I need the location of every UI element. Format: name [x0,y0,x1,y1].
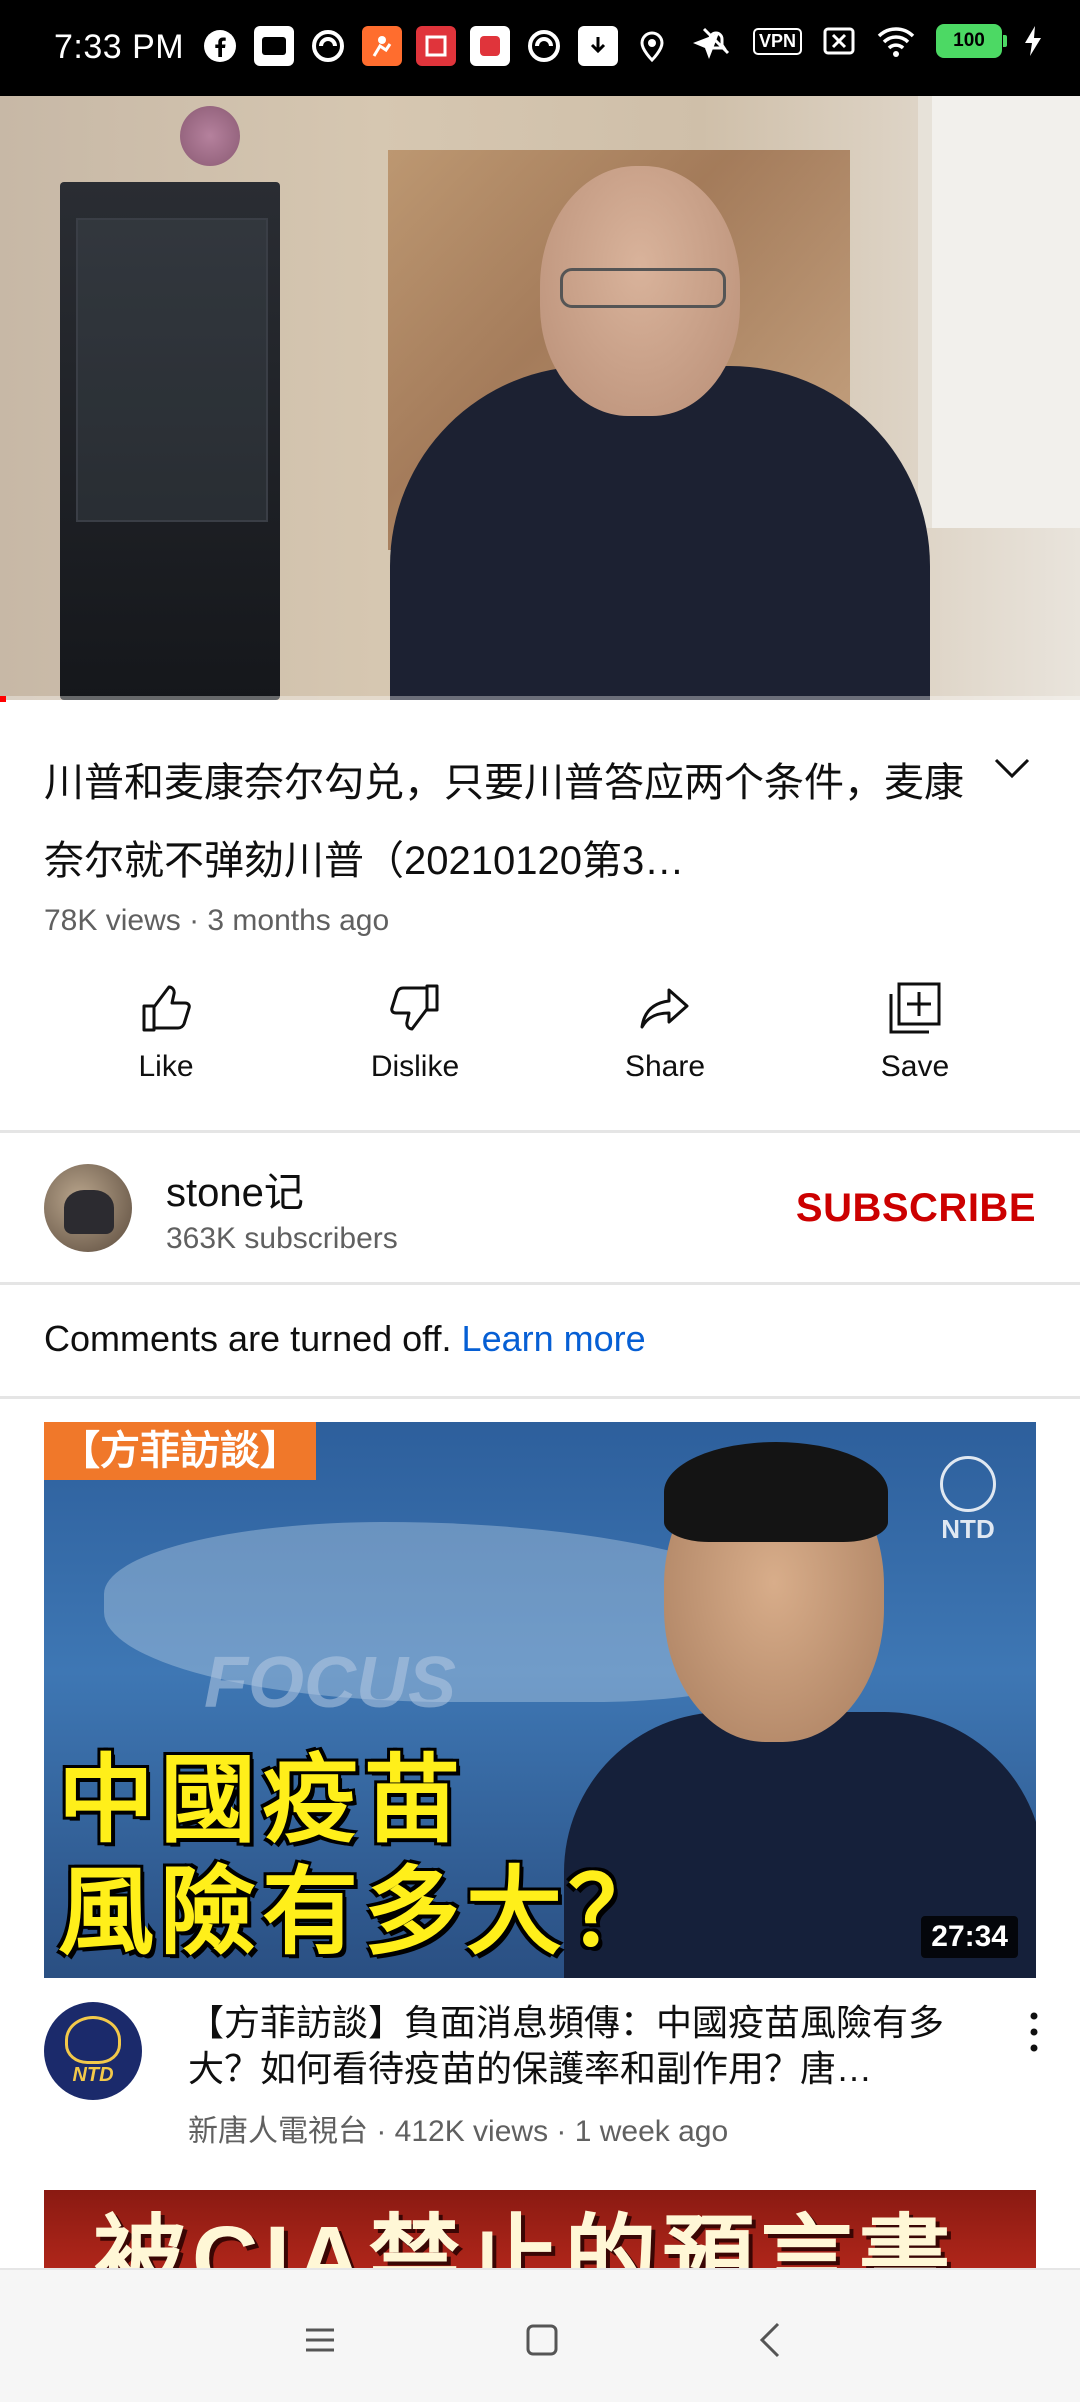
save-label: Save [880,1050,950,1083]
ntd-logo-icon [65,2015,121,2064]
channel-subscribers: 363K subscribers [166,1222,398,1255]
presenter-glasses [560,268,726,308]
recommended-video-meta: 新唐人電視台 · 412K views · 1 week ago [188,2115,729,2148]
recommended-thumbnail-2[interactable]: 被CIA禁止的預言書 [44,2190,1036,2270]
more-options-icon[interactable] [1024,2010,1044,2054]
thumbnail2-caption: 被CIA禁止的預言書 [94,2208,957,2270]
status-bar: 7:33 PM VPN 100 [0,0,1080,96]
back-chevron-icon [759,2322,780,2358]
news-app-icon [416,26,456,66]
ntd-logo-text: NTD [941,1514,995,1544]
chevron-down-icon[interactable] [990,754,1034,784]
video-meta: 78K views · 3 months ago [44,904,390,937]
notification-icons [200,26,726,66]
like-label: Like [138,1050,194,1083]
location-icon [632,26,672,66]
comments-off-text: Comments are turned off. [44,1318,452,1359]
thumbnail-tag: 【方菲訪談】 [44,1422,316,1480]
share-icon [640,988,689,1029]
dislike-button[interactable]: Dislike [315,980,515,1084]
delivery-app-icon [362,26,402,66]
share-button[interactable]: Share [565,980,765,1084]
divider [0,1282,1080,1285]
channel-avatar[interactable] [44,1164,132,1252]
thumbs-up-icon [142,985,191,1032]
subscribe-button[interactable]: SUBSCRIBE [796,1186,1036,1231]
facebook-icon [200,26,240,66]
video-title-block[interactable]: 川普和麦康奈尔勾兑，只要川普答应两个条件，麦康奈尔就不弹劾川普（20210120… [44,744,984,900]
progress-fill [0,696,6,702]
video-player[interactable] [0,96,1080,700]
thumbnail-presenter-hair [664,1442,888,1542]
progress-track[interactable] [0,696,1080,702]
ntd-logo-icon [940,1456,996,1512]
home-button[interactable] [512,2310,572,2370]
thumbnail-ntd-logo: NTD [940,1456,996,1545]
add-to-playlist-icon [889,982,941,1034]
divider [0,1396,1080,1399]
presenter-body [390,366,930,700]
background-window [918,96,1080,528]
video-duration: 27:34 [921,1916,1018,1958]
learn-more-link[interactable]: Learn more [462,1318,646,1359]
recent-apps-button[interactable] [290,2310,350,2370]
action-row: Like Dislike Share Save [0,980,1080,1100]
thumbnail-caption-line2: 風險有多大？ [58,1859,670,1966]
ntd-avatar-label: NTD [72,2063,114,2086]
charging-icon [1025,26,1041,56]
like-button[interactable]: Like [66,980,266,1084]
circle-app-icon-2 [524,26,564,66]
system-indicators: VPN 100 [699,24,1044,58]
no-sim-icon [823,27,855,55]
circle-app-icon [308,26,348,66]
thumbnail-focus-text: FOCUS [204,1643,456,1723]
battery-indicator: 100 [936,24,1007,58]
recommended-video-title[interactable]: 【方菲訪談】負面消息頻傳：中國疫苗風險有多大？如何看待疫苗的保護率和副作用？唐… [188,2000,988,2092]
red-app-icon [470,26,510,66]
wifi-icon [877,27,915,57]
menu-icon [306,2328,334,2352]
webtoon-icon [254,26,294,66]
comments-off-notice: Comments are turned off. Learn more [44,1318,646,1360]
save-button[interactable]: Save [815,980,1015,1084]
bell-off-icon [702,27,730,55]
channel-name[interactable]: stone记 [166,1160,304,1218]
thumbs-down-icon [390,984,439,1031]
video-title: 川普和麦康奈尔勾兑，只要川普答应两个条件，麦康奈尔就不弹劾川普（20210120… [44,761,964,883]
dislike-label: Dislike [370,1050,460,1083]
divider [0,1130,1080,1133]
background-vase [180,106,240,166]
background-cabinet [60,182,280,700]
recommended-thumbnail[interactable]: FOCUS 【方菲訪談】 NTD 中國疫苗 風險有多大？ 27:34 [44,1422,1036,1978]
vpn-indicator: VPN [752,27,802,55]
share-label: Share [624,1050,706,1083]
back-button[interactable] [740,2310,800,2370]
home-square-icon [526,2324,558,2356]
recommended-channel-avatar[interactable]: NTD [44,2002,142,2100]
download-icon [578,26,618,66]
status-time: 7:33 PM [54,28,185,66]
system-nav-bar [0,2268,1080,2402]
